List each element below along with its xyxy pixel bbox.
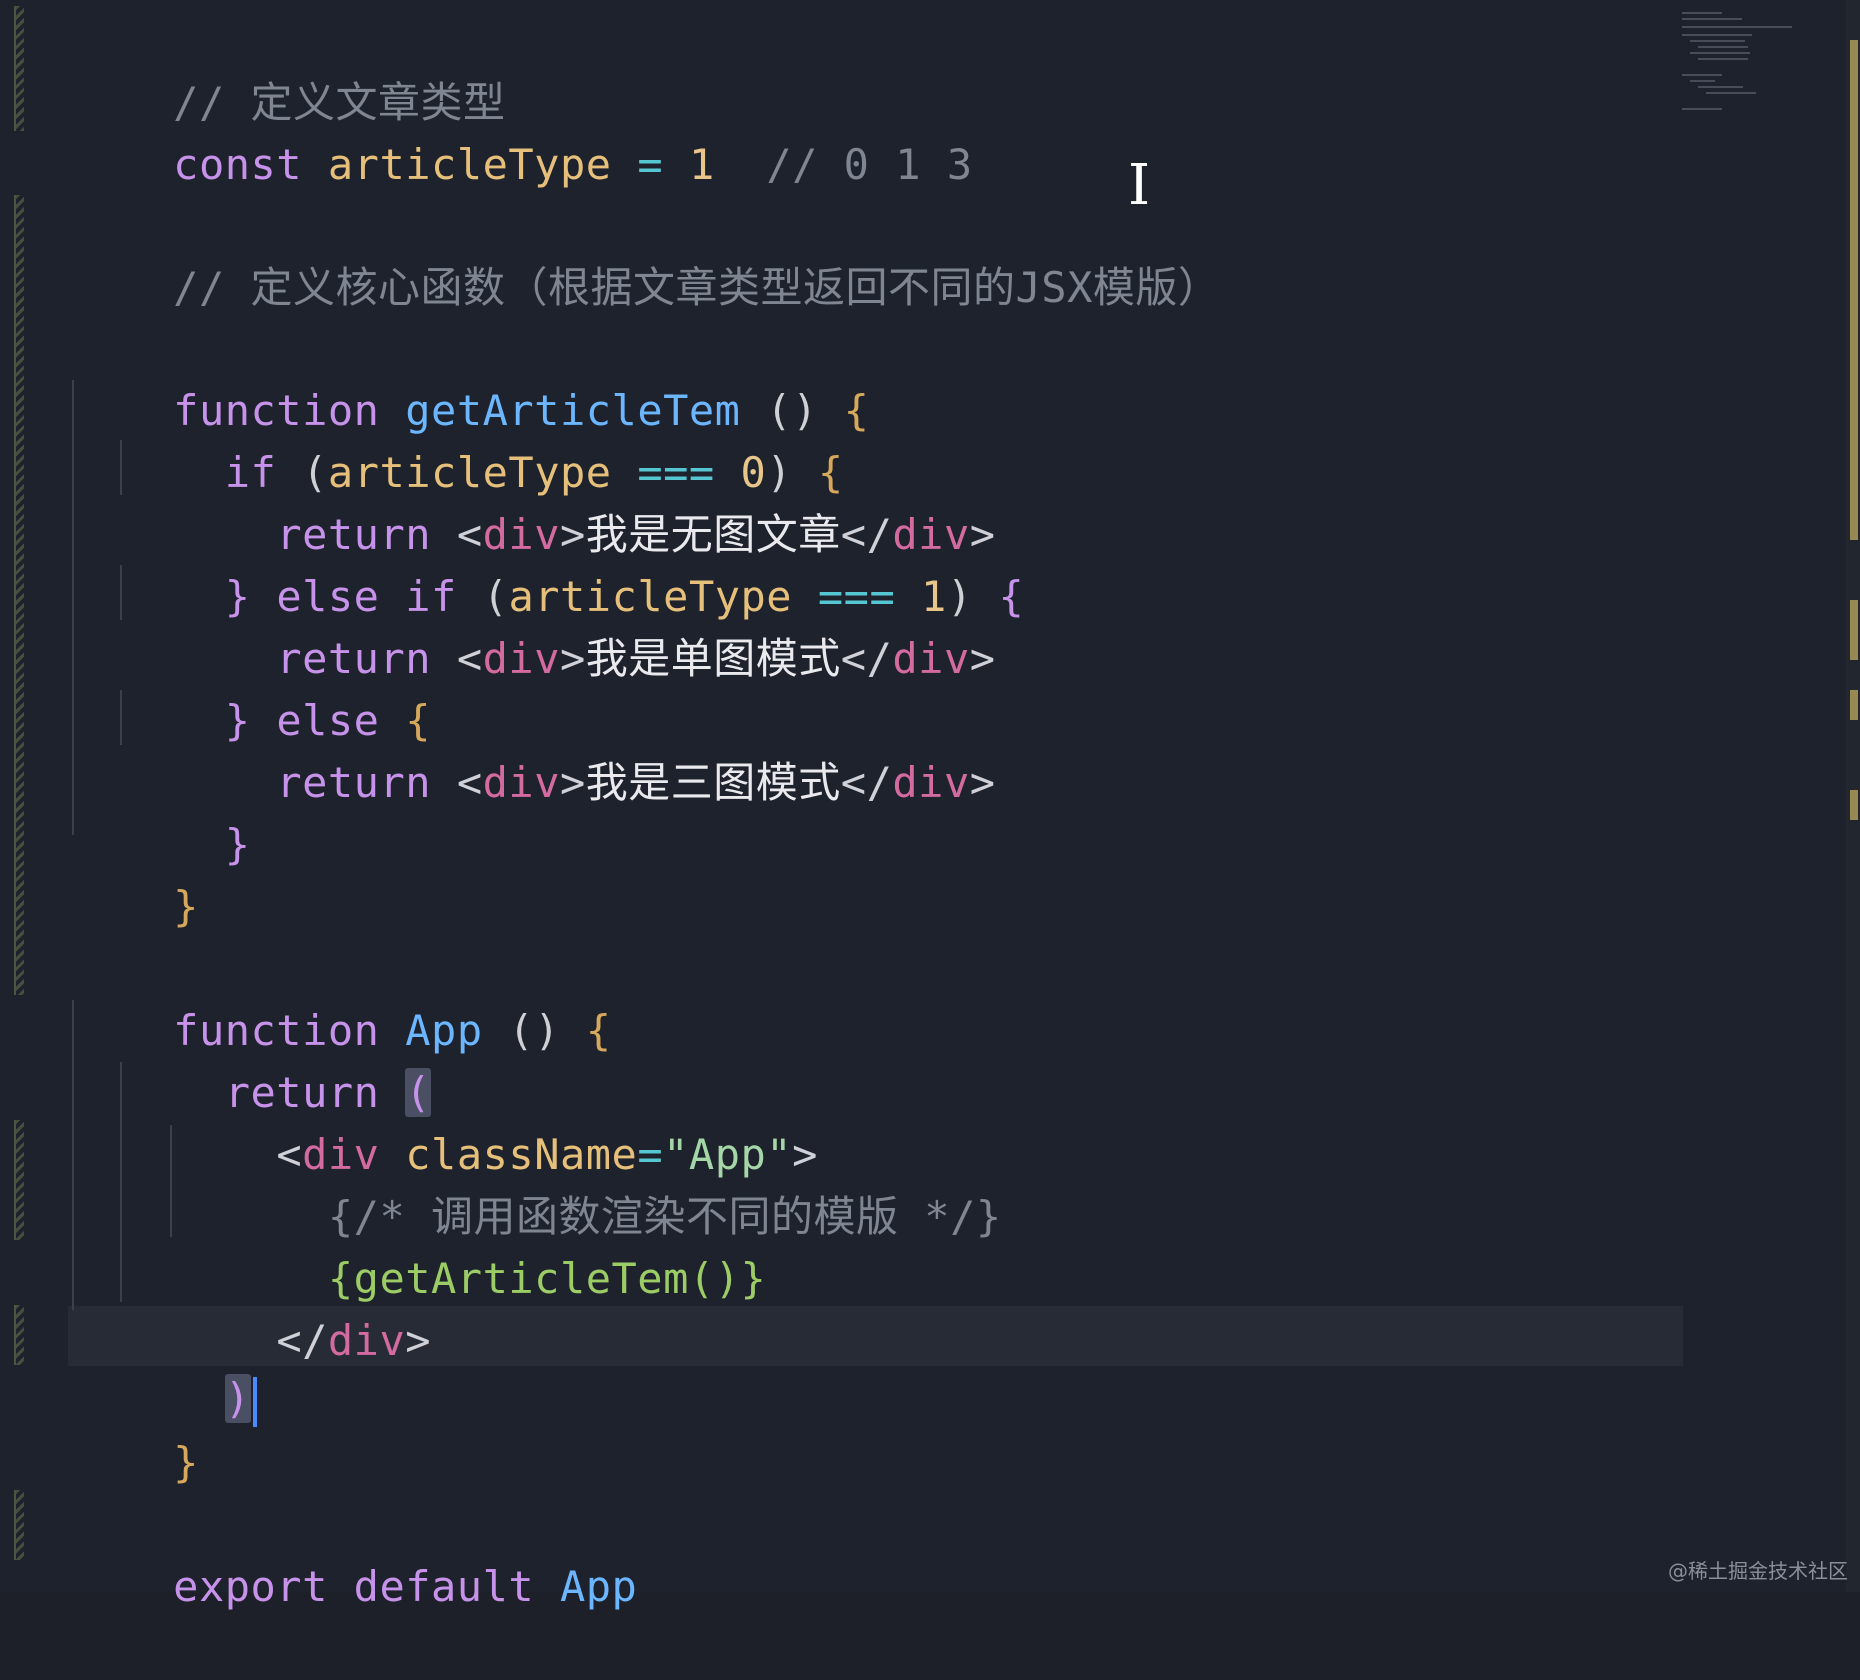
code-line-25[interactable]: export default App: [70, 1494, 637, 1611]
jsx-bracket: </: [276, 1316, 328, 1365]
comment: // 定义核心函数（根据文章类型返回不同的JSX模版）: [173, 263, 1221, 312]
minimap-line: [1690, 80, 1715, 82]
brace: {: [998, 572, 1025, 621]
code-line-2[interactable]: const articleType = 1 // 0 1 3: [70, 72, 973, 189]
minimap-line: [1698, 58, 1748, 60]
code-line-10[interactable]: return <div>我是单图模式</div>: [70, 566, 996, 683]
code-editor[interactable]: // 定义文章类型 const articleType = 1 // 0 1 3…: [0, 0, 1860, 1611]
jsx-text: 我是三图模式: [585, 758, 841, 807]
minimap-line: [1690, 40, 1745, 42]
paren: ): [224, 1374, 251, 1423]
scrollbar-change-marker: [1850, 40, 1858, 540]
git-change-marker: [14, 1305, 24, 1365]
code-line-7[interactable]: if (articleType === 0) {: [70, 380, 844, 497]
watermark: @稀土掘金技术社区: [1668, 1559, 1848, 1583]
jsx-tag: div: [892, 634, 970, 683]
git-change-marker: [14, 195, 24, 995]
minimap-line: [1682, 34, 1752, 36]
code-line-8[interactable]: return <div>我是无图文章</div>: [70, 442, 996, 559]
jsx-tag: div: [482, 634, 560, 683]
keyword: const: [173, 140, 303, 189]
code-line-9[interactable]: } else if (articleType === 1) {: [70, 504, 1024, 621]
brace: {: [843, 386, 870, 435]
jsx-bracket: >: [405, 1316, 432, 1365]
brace: {: [585, 1006, 612, 1055]
brace: }: [173, 1438, 199, 1487]
text-caret: [252, 1376, 257, 1427]
code-line-14[interactable]: }: [70, 814, 199, 931]
brace: }: [224, 820, 251, 869]
comment: // 0 1 3: [766, 140, 973, 189]
code-line-1[interactable]: // 定义文章类型: [70, 10, 506, 127]
operator: =: [637, 140, 664, 189]
jsx-bracket: >: [969, 634, 996, 683]
git-change-marker: [14, 6, 24, 131]
jsx-bracket: <: [456, 758, 483, 807]
jsx-tag: div: [892, 758, 970, 807]
jsx-bracket: </: [840, 758, 893, 807]
jsx-bracket: >: [559, 758, 586, 807]
scrollbar-change-marker: [1850, 690, 1858, 720]
jsx-text: 我是单图模式: [585, 634, 841, 683]
git-change-marker: [14, 1120, 24, 1240]
minimap-line: [1698, 46, 1748, 48]
code-line-18[interactable]: <div className="App">: [70, 1062, 818, 1179]
minimap-line: [1682, 12, 1722, 14]
minimap-line: [1682, 26, 1792, 28]
code-line-16[interactable]: function App () {: [70, 938, 612, 1055]
identifier: App: [559, 1562, 638, 1611]
i-beam-cursor-icon: I: [1128, 153, 1151, 218]
identifier: articleType: [327, 140, 612, 189]
code-line-13[interactable]: }: [70, 752, 251, 869]
keyword: return: [276, 758, 432, 807]
brace: }: [173, 882, 199, 931]
code-line-22[interactable]: ): [70, 1306, 257, 1427]
jsx-bracket: </: [840, 634, 893, 683]
code-line-21[interactable]: </div>: [70, 1248, 431, 1365]
paren: (): [508, 1006, 560, 1055]
scrollbar-change-marker: [1850, 790, 1858, 820]
minimap[interactable]: [1680, 8, 1800, 118]
minimap-line: [1698, 86, 1743, 88]
number-literal: 1: [688, 140, 715, 189]
code-line-4[interactable]: // 定义核心函数（根据文章类型返回不同的JSX模版）: [70, 195, 1220, 312]
jsx-tag: div: [482, 758, 560, 807]
code-line-11[interactable]: } else {: [70, 628, 431, 745]
minimap-line: [1682, 18, 1742, 20]
code-line-17[interactable]: return (: [70, 1000, 432, 1117]
code-line-6[interactable]: function getArticleTem () {: [70, 318, 869, 435]
jsx-bracket: >: [559, 634, 586, 683]
minimap-line: [1682, 108, 1722, 110]
minimap-line: [1706, 92, 1756, 94]
jsx-bracket: >: [969, 758, 996, 807]
jsx-bracket: <: [456, 634, 483, 683]
code-line-23[interactable]: }: [70, 1370, 199, 1487]
jsx-tag: div: [327, 1316, 406, 1365]
scrollbar-change-marker: [1850, 600, 1858, 660]
git-change-marker: [14, 1490, 24, 1560]
code-line-20[interactable]: {getArticleTem()}: [70, 1186, 766, 1303]
minimap-line: [1690, 52, 1750, 54]
keyword: export default: [173, 1562, 535, 1611]
code-line-19[interactable]: {/* 调用函数渲染不同的模版 */}: [70, 1124, 1002, 1241]
minimap-line: [1682, 74, 1722, 76]
code-line-12[interactable]: return <div>我是三图模式</div>: [70, 690, 996, 807]
